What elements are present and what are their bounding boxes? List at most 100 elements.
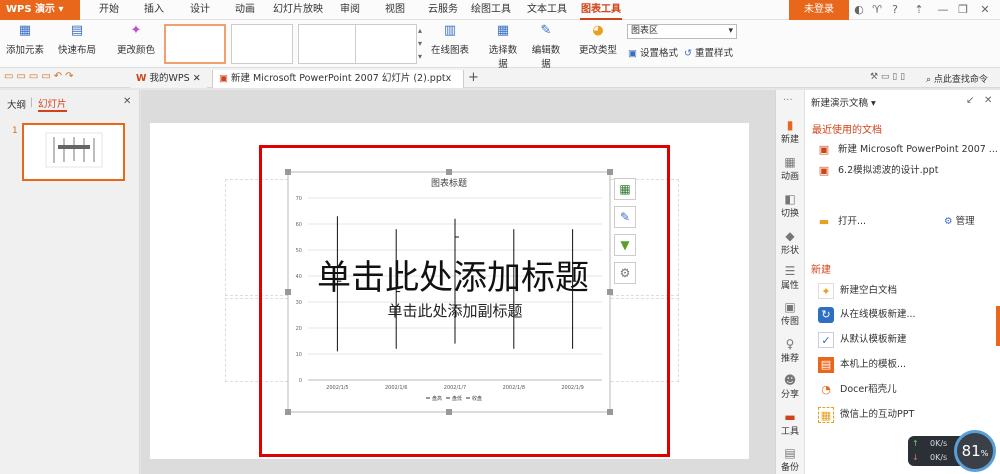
chart-style-2[interactable] xyxy=(231,24,293,64)
open-button[interactable]: ▬ 打开... xyxy=(816,213,866,230)
new-tab-icon[interactable]: + xyxy=(468,70,479,85)
change-type-button[interactable]: ◕ 更改类型 xyxy=(578,22,618,56)
chart-style-brush-icon[interactable]: ✎ xyxy=(614,206,636,228)
tab-text-tools[interactable]: 文本工具 xyxy=(526,0,568,20)
recent-doc-1[interactable]: ▣ 新建 Microsoft PowerPoint 2007 ... xyxy=(816,141,998,158)
sidebar-item-share[interactable]: ☻ 分享 xyxy=(775,373,805,400)
close-icon[interactable]: ✕ xyxy=(978,3,992,17)
animation-icon: ▦ xyxy=(784,155,796,169)
chart-filter-icon[interactable]: ▼ xyxy=(614,234,636,256)
quick-layout-button[interactable]: ▤ 快速布局 xyxy=(53,22,101,56)
change-type-label: 更改类型 xyxy=(578,45,617,56)
local-template-icon: ▤ xyxy=(818,356,834,373)
tab-insert[interactable]: 插入 xyxy=(140,0,168,20)
tab-my-wps[interactable]: W 我的WPS ✕ xyxy=(130,70,207,88)
chart-element-select[interactable]: 图表区 ▾ xyxy=(627,24,737,39)
search-command[interactable]: ⌕ 点此查找命令 xyxy=(926,72,988,85)
slide-thumbnail[interactable] xyxy=(22,123,125,181)
sidebar-item-label: 形状 xyxy=(780,246,799,256)
select-data-button[interactable]: ▦ 选择数据 xyxy=(485,22,521,70)
tab-chart-tools[interactable]: 图表工具 xyxy=(580,0,622,20)
reset-style-button[interactable]: ↺ 重置样式 xyxy=(684,45,733,59)
sidebar-item-properties[interactable]: ☰ 属性 xyxy=(775,264,805,291)
login-button[interactable]: 未登录 xyxy=(789,0,849,20)
add-element-button[interactable]: ▦ 添加元素 xyxy=(5,22,45,56)
help-icon[interactable]: ? xyxy=(888,3,902,17)
tab-draw-tools[interactable]: 绘图工具 xyxy=(470,0,512,20)
open-label: 打开... xyxy=(838,216,867,227)
set-format-button[interactable]: ▣ 设置格式 xyxy=(628,45,678,59)
panel-close-icon[interactable]: ✕ xyxy=(123,96,131,107)
memory-percent-sign: % xyxy=(980,449,989,458)
sidebar-item-shape[interactable]: ◆ 形状 xyxy=(775,229,805,256)
sidebar-expand-icon[interactable]: ··· xyxy=(783,95,793,106)
highlight-box xyxy=(259,145,670,457)
pane-collapse-icon[interactable]: ↙ xyxy=(966,95,974,106)
wechat-ppt[interactable]: ▦ 微信上的互动PPT xyxy=(818,406,914,423)
sidebar-item-new[interactable]: ▮ 新建 xyxy=(775,118,805,145)
tab-cloud[interactable]: 云服务 xyxy=(423,0,463,20)
sidebar-item-recommend[interactable]: ♀ 推荐 xyxy=(775,337,805,364)
tab-animation[interactable]: 动画 xyxy=(231,0,259,20)
slide-thumbnail-chart xyxy=(45,132,103,168)
sidebar-item-backup[interactable]: ▤ 备份 xyxy=(775,446,805,473)
sidebar-item-label: 切换 xyxy=(780,209,799,219)
docer-link[interactable]: ◔ Docer稻壳儿 xyxy=(818,381,896,398)
recent-docs-title: 最近使用的文档 xyxy=(812,125,882,136)
up-icon[interactable]: ⇡ xyxy=(912,3,926,17)
manage-button[interactable]: ⚙ 管理 xyxy=(944,213,975,227)
style-scroll[interactable]: ▴ ▾ ▾ xyxy=(415,24,425,64)
task-pane-header[interactable]: 新建演示文稿 ▾ xyxy=(811,95,876,109)
sidebar-item-label: 新建 xyxy=(780,135,799,145)
chart-style-4[interactable] xyxy=(355,24,417,64)
download-arrow-icon: ↓ xyxy=(912,453,919,462)
recent-doc-label: 6.2模拟滤波的设计.ppt xyxy=(838,165,939,176)
tab-slideshow[interactable]: 幻灯片放映 xyxy=(270,0,326,20)
shape-icon: ◆ xyxy=(785,229,795,243)
tab-review[interactable]: 审阅 xyxy=(336,0,364,20)
edit-data-button[interactable]: ✎ 编辑数据 xyxy=(528,22,564,70)
memory-usage-gauge[interactable]: 81% xyxy=(954,430,996,472)
sidebar-item-animation[interactable]: ▦ 动画 xyxy=(775,155,805,182)
new-blank-doc[interactable]: ✦ 新建空白文档 xyxy=(818,282,897,299)
recent-doc-2[interactable]: ▣ 6.2模拟滤波的设计.ppt xyxy=(816,162,939,179)
skin-icon[interactable]: ◐ xyxy=(852,3,866,17)
palette-icon: ✦ xyxy=(130,23,142,38)
app-menu-button[interactable]: WPS 演示 ▾ xyxy=(0,0,80,20)
properties-icon: ☰ xyxy=(784,264,796,278)
tab-design[interactable]: 设计 xyxy=(186,0,214,20)
sidebar-item-tools[interactable]: ▬ 工具 xyxy=(775,410,805,437)
tab-divider: | xyxy=(30,97,34,108)
tool-icons[interactable]: ⚒ ▭ ▯ ▯ xyxy=(870,72,905,82)
ppt-file-icon: ▣ xyxy=(818,142,830,156)
select-data-icon: ▦ xyxy=(496,23,510,38)
app-name: WPS 演示 xyxy=(6,4,56,15)
change-color-button[interactable]: ✦ 更改颜色 xyxy=(112,22,160,56)
upload-speed: 0K/s xyxy=(930,439,948,448)
chart-style-3[interactable] xyxy=(298,24,360,64)
new-from-default-template[interactable]: ✓ 从默认模板新建 xyxy=(818,331,907,348)
restore-icon[interactable]: ❐ xyxy=(956,3,970,17)
new-from-online-template[interactable]: ↻ 从在线模板新建... xyxy=(818,306,916,323)
new-item-label: 从默认模板新建 xyxy=(840,334,907,345)
tab-document[interactable]: ▣ 新建 Microsoft PowerPoint 2007 幻灯片 (2).p… xyxy=(212,70,464,102)
panel-resize-handle[interactable] xyxy=(996,306,1000,346)
upload-arrow-icon: ↑ xyxy=(912,439,919,448)
shirt-icon[interactable]: ♈ xyxy=(870,3,884,17)
tab-view[interactable]: 视图 xyxy=(381,0,409,20)
chart-settings-icon[interactable]: ⚙ xyxy=(614,262,636,284)
default-template-icon: ✓ xyxy=(818,331,834,348)
slides-tab[interactable]: 幻灯片 xyxy=(38,96,67,112)
local-template[interactable]: ▤ 本机上的模板... xyxy=(818,356,906,373)
tab-home[interactable]: 开始 xyxy=(95,0,123,20)
minimize-icon[interactable]: — xyxy=(936,3,950,17)
online-chart-button[interactable]: ▥ 在线图表 xyxy=(428,22,472,56)
pane-close-icon[interactable]: ✕ xyxy=(984,95,992,106)
quick-access-icons[interactable]: ▭▭▭▭↶↷ xyxy=(4,71,77,82)
chart-elements-icon[interactable]: ▦ xyxy=(614,178,636,200)
tab-close-icon[interactable]: ✕ xyxy=(193,73,201,84)
outline-tab[interactable]: 大纲 xyxy=(7,97,26,111)
sidebar-item-upload-image[interactable]: ▣ 传图 xyxy=(775,300,805,327)
chart-style-1[interactable] xyxy=(164,24,226,64)
sidebar-item-transition[interactable]: ◧ 切换 xyxy=(775,192,805,219)
